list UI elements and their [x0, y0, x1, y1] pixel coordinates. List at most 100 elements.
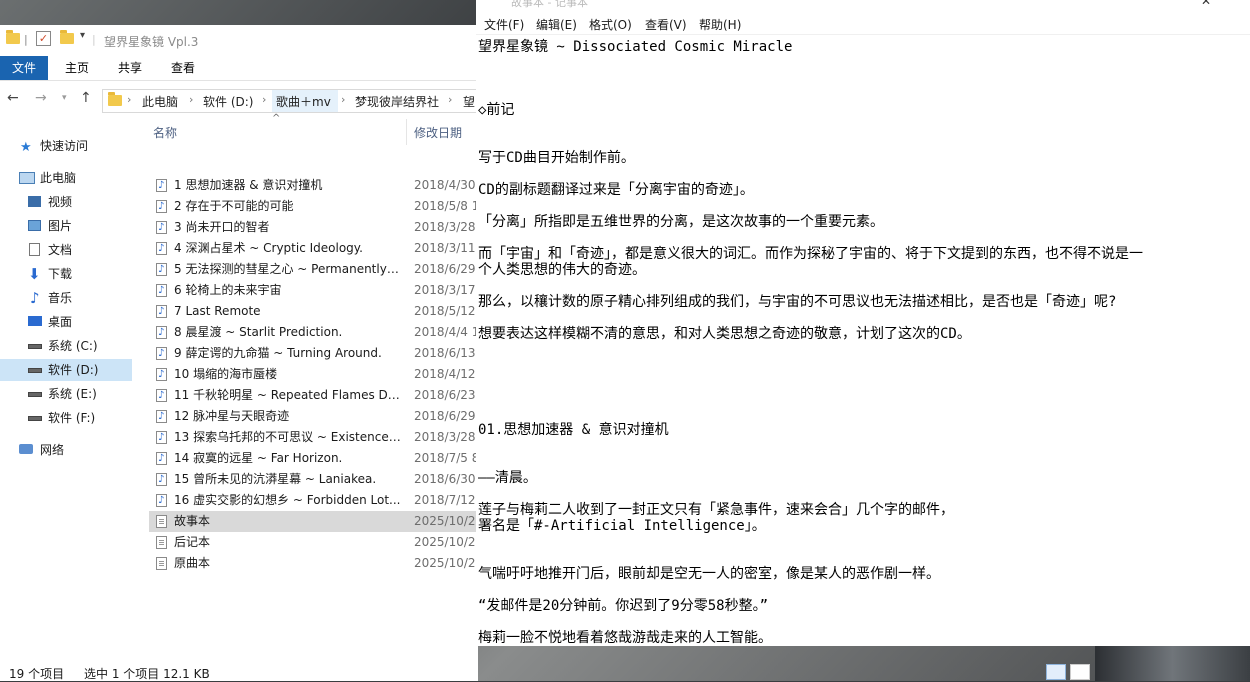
item-count: 19 个项目: [9, 667, 65, 681]
address-breadcrumb[interactable]: › 此电脑 › 软件 (D:) › 歌曲＋mv › 梦现彼岸结界社 › 望: [102, 89, 479, 113]
file-date: 2018/7/5 8: [414, 451, 478, 465]
explorer-title: 望界星象镜 Vpl.3: [104, 35, 199, 49]
chevron-right-icon[interactable]: ›: [341, 93, 345, 106]
tab-view[interactable]: 查看: [158, 56, 208, 80]
file-date: 2025/10/24: [414, 556, 478, 570]
file-name: 原曲本: [174, 556, 211, 570]
breadcrumb-songs[interactable]: 歌曲＋mv: [276, 93, 331, 110]
audio-file-icon: [156, 448, 167, 469]
file-name: 11 千秋轮明星 ~ Repeated Flames Dis...: [174, 388, 402, 402]
nav-videos[interactable]: 视频: [0, 191, 132, 213]
file-date: 2018/6/29: [414, 262, 476, 276]
chevron-right-icon[interactable]: ›: [127, 93, 131, 106]
file-row[interactable]: 14 寂寞的远星 ~ Far Horizon. 2018/7/5 8: [149, 448, 478, 469]
file-row[interactable]: 15 曾所未见的沆漭星幕 ~ Laniakea. 2018/6/30: [149, 469, 478, 490]
tab-file[interactable]: 文件: [0, 56, 48, 80]
nav-pictures[interactable]: 图片: [0, 215, 132, 237]
forward-arrow-icon[interactable]: →: [35, 90, 47, 106]
text-line: ◇前记: [478, 102, 515, 118]
file-date: 2018/3/28: [414, 220, 476, 234]
new-folder-icon[interactable]: [60, 30, 74, 47]
file-name: 10 塌缩的海市蜃楼: [174, 367, 278, 381]
file-row[interactable]: 13 探索乌托邦的不可思议 ~ Existence ... 2018/3/28: [149, 427, 478, 448]
file-row[interactable]: 故事本 2025/10/24: [149, 511, 478, 532]
breadcrumb-this-pc[interactable]: 此电脑: [142, 93, 178, 110]
file-date: 2018/3/17: [414, 283, 476, 297]
computer-icon: [19, 172, 35, 184]
details-view-button[interactable]: [1046, 664, 1066, 680]
nav-drive-d[interactable]: 软件 (D:): [0, 359, 132, 381]
large-icons-view-button[interactable]: [1070, 664, 1090, 680]
file-date: 2018/6/13: [414, 346, 476, 360]
breadcrumb-drive-d[interactable]: 软件 (D:): [203, 93, 253, 110]
properties-check-icon[interactable]: ✓: [36, 31, 51, 46]
up-arrow-icon[interactable]: ↑: [80, 90, 92, 106]
text-line: 那么，以穰计数的原子精心排列组成的我们，与宇宙的不可思议也无法描述相比，是否也是…: [478, 294, 1117, 310]
nav-drive-c[interactable]: 系统 (C:): [0, 335, 132, 357]
file-name: 后记本: [174, 535, 211, 549]
music-icon: ♪: [30, 289, 40, 307]
nav-documents[interactable]: 文档: [0, 239, 132, 261]
notepad-text-area[interactable]: 望界星象镜 ~ Dissociated Cosmic Miracle ◇前记 写于C…: [476, 34, 1250, 647]
recent-locations-chevron-icon[interactable]: ▾: [62, 93, 67, 103]
nav-quick-access[interactable]: ★ 快速访问: [0, 135, 132, 157]
file-row[interactable]: 后记本 2025/10/24: [149, 532, 478, 553]
nav-this-pc[interactable]: 此电脑: [0, 167, 132, 189]
file-row[interactable]: 12 脉冲星与天眼奇迹 2018/6/29: [149, 406, 478, 427]
chevron-right-icon[interactable]: ›: [189, 93, 193, 106]
text-line: ——清晨。: [478, 470, 537, 486]
file-explorer-window: | ✓ ▾ | 望界星象镜 Vpl.3 文件 主页 共享 查看 ← → ▾ ↑ …: [0, 25, 479, 681]
nav-drive-f[interactable]: 软件 (F:): [0, 407, 132, 429]
ribbon-tabs: 文件 主页 共享 查看: [0, 56, 478, 81]
notepad-title: 故事本 - 记事本: [511, 0, 588, 9]
audio-file-icon: [156, 427, 167, 448]
file-date: 2018/6/30: [414, 472, 476, 486]
file-name: 16 虚实交影的幻想乡 ~ Forbidden Lot...: [174, 493, 401, 507]
tab-home[interactable]: 主页: [52, 56, 102, 80]
breadcrumb-album[interactable]: 望: [463, 93, 475, 110]
audio-file-icon: [156, 364, 167, 385]
drive-icon: [28, 368, 42, 373]
tab-share[interactable]: 共享: [105, 56, 155, 80]
column-header-date[interactable]: 修改日期: [414, 124, 462, 141]
chevron-right-icon[interactable]: ›: [262, 93, 266, 106]
nav-downloads[interactable]: ⬇ 下载: [0, 263, 132, 285]
back-arrow-icon[interactable]: ←: [7, 90, 19, 106]
status-bar: 19 个项目 选中 1 个项目 12.1 KB: [0, 665, 478, 681]
file-row[interactable]: 10 塌缩的海市蜃楼 2018/4/12: [149, 364, 478, 385]
video-icon: [28, 196, 41, 207]
file-row[interactable]: 1 思想加速器 & 意识对撞机 2018/4/30: [149, 175, 478, 196]
file-date: 2025/10/24: [414, 514, 478, 528]
breadcrumb-circle[interactable]: 梦现彼岸结界社: [355, 93, 439, 110]
menu-view[interactable]: 查看(V): [645, 16, 687, 33]
chevron-right-icon[interactable]: ›: [448, 93, 452, 106]
text-line: 梅莉一脸不悦地看着悠哉游哉走来的人工智能。: [478, 630, 772, 646]
nav-network[interactable]: 网络: [0, 439, 132, 461]
file-row[interactable]: 11 千秋轮明星 ~ Repeated Flames Dis... 2018/6/…: [149, 385, 478, 406]
text-line: 个人类思想的伟大的奇迹。: [478, 262, 646, 278]
file-row[interactable]: 2 存在于不可能的可能 2018/5/8 1: [149, 196, 478, 217]
file-date: 2018/7/12: [414, 493, 476, 507]
file-name: 故事本: [174, 514, 211, 528]
file-row[interactable]: 3 尚未开口的智者 2018/3/28: [149, 217, 478, 238]
file-row[interactable]: 8 晨星渡 ~ Starlit Prediction. 2018/4/4 1: [149, 322, 478, 343]
file-row[interactable]: 5 无法探测的彗星之心 ~ Permanently ... 2018/6/29: [149, 259, 478, 280]
menu-format[interactable]: 格式(O): [589, 16, 632, 33]
nav-desktop[interactable]: 桌面: [0, 311, 132, 333]
menu-edit[interactable]: 编辑(E): [536, 16, 577, 33]
column-divider[interactable]: [406, 119, 407, 145]
file-date: 2018/4/30: [414, 178, 476, 192]
close-icon[interactable]: ✕: [1201, 0, 1211, 8]
column-header-name[interactable]: 名称: [153, 124, 177, 141]
file-row[interactable]: 4 深渊占星术 ~ Cryptic Ideology. 2018/3/11: [149, 238, 478, 259]
nav-drive-e[interactable]: 系统 (E:): [0, 383, 132, 405]
file-row[interactable]: 9 薛定谔的九命猫 ~ Turning Around. 2018/6/13: [149, 343, 478, 364]
menu-help[interactable]: 帮助(H): [699, 16, 741, 33]
file-row[interactable]: 16 虚实交影的幻想乡 ~ Forbidden Lot... 2018/7/12: [149, 490, 478, 511]
file-row[interactable]: 原曲本 2025/10/24: [149, 553, 478, 574]
menu-file[interactable]: 文件(F): [484, 16, 524, 33]
network-icon: [19, 444, 33, 454]
nav-music[interactable]: ♪ 音乐: [0, 287, 132, 309]
file-row[interactable]: 7 Last Remote 2018/5/12: [149, 301, 478, 322]
file-row[interactable]: 6 轮椅上的未来宇宙 2018/3/17: [149, 280, 478, 301]
